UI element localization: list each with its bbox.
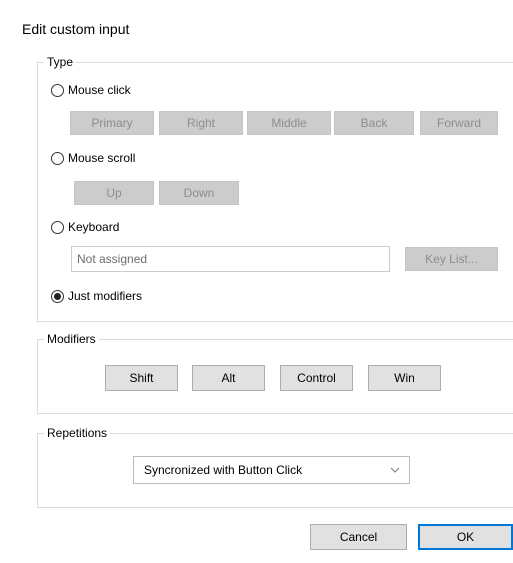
win-button[interactable]: Win [368,365,441,391]
mouse-click-radio-option[interactable]: Mouse click [51,81,131,99]
key-assignment-input[interactable]: Not assigned [71,246,390,272]
type-group-label: Type [44,54,77,70]
mouse-scroll-radio-option[interactable]: Mouse scroll [51,149,135,167]
forward-button[interactable]: Forward [420,111,498,135]
keyboard-label: Keyboard [68,220,120,234]
just-modifiers-radio-option[interactable]: Just modifiers [51,287,142,305]
repetitions-group-label: Repetitions [44,425,111,441]
scroll-down-button[interactable]: Down [159,181,239,205]
ok-button[interactable]: OK [418,524,513,550]
repetitions-selected-value: Syncronized with Button Click [144,463,303,477]
just-modifiers-radio[interactable] [51,289,64,303]
primary-button[interactable]: Primary [70,111,154,135]
repetitions-select[interactable]: Syncronized with Button Click [133,456,410,484]
edit-custom-input-dialog: Edit custom input Type Mouse click Prima… [0,0,513,563]
mouse-click-label: Mouse click [68,83,131,97]
mouse-scroll-radio[interactable] [51,151,64,165]
right-button[interactable]: Right [159,111,243,135]
mouse-click-radio[interactable] [51,83,64,97]
shift-button[interactable]: Shift [105,365,178,391]
alt-button[interactable]: Alt [192,365,265,391]
chevron-down-icon [381,467,409,473]
keyboard-radio[interactable] [51,220,64,234]
middle-button[interactable]: Middle [247,111,331,135]
keyboard-radio-option[interactable]: Keyboard [51,218,119,236]
cancel-button[interactable]: Cancel [310,524,407,550]
control-button[interactable]: Control [280,365,353,391]
scroll-up-button[interactable]: Up [74,181,154,205]
key-list-button[interactable]: Key List... [405,247,498,271]
mouse-scroll-label: Mouse scroll [68,151,136,165]
dialog-title: Edit custom input [22,21,130,37]
back-button[interactable]: Back [334,111,414,135]
just-modifiers-label: Just modifiers [68,289,143,303]
modifiers-group-label: Modifiers [44,331,99,347]
